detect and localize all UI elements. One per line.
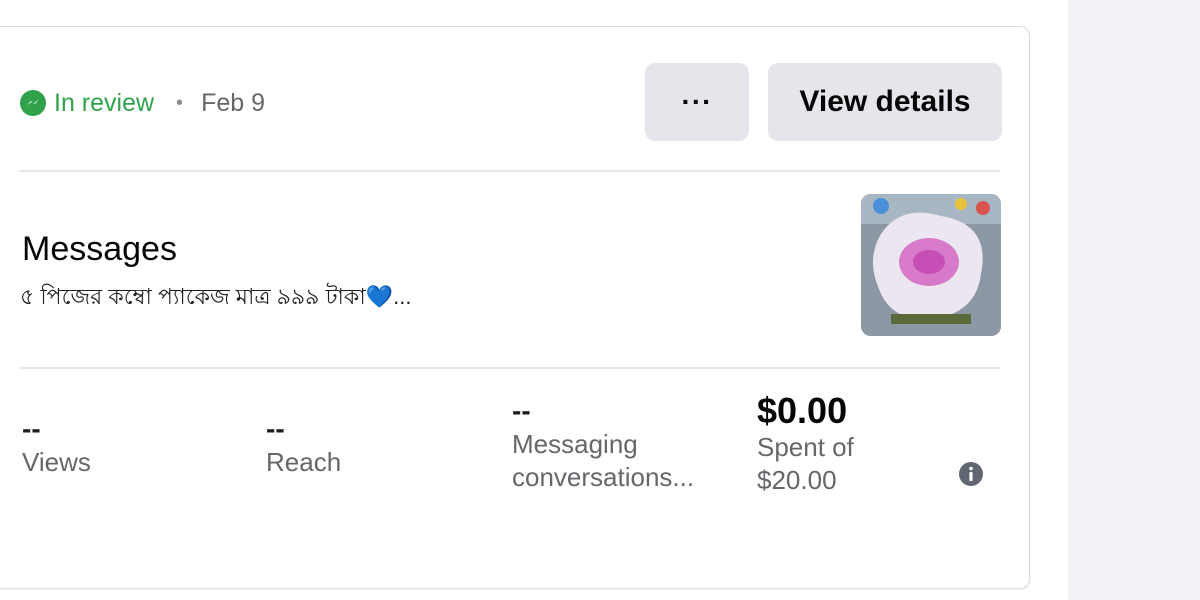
more-options-icon: ···: [681, 86, 713, 117]
metric-reach: -- Reach: [266, 412, 341, 479]
metric-value: --: [266, 413, 285, 444]
ad-text: ৫ পিজের কম্বো প্যাকেজ মাত্র ৯৯৯ টাকা💙...: [20, 284, 412, 309]
view-details-button[interactable]: View details: [768, 63, 1002, 141]
more-options-button[interactable]: ···: [645, 63, 749, 141]
separator-dot: •: [176, 91, 184, 114]
metric-messaging-conversations: -- Messaging conversations...: [512, 394, 727, 494]
metric-amount-spent: $0.00 Spent of $20.00: [757, 391, 854, 497]
info-icon[interactable]: [958, 461, 984, 487]
metric-value: --: [512, 395, 531, 426]
metric-label: Views: [22, 447, 91, 477]
metric-label: Messaging conversations...: [512, 429, 695, 492]
metric-views: -- Views: [22, 412, 91, 479]
metric-value: --: [22, 413, 41, 444]
ad-thumbnail[interactable]: [861, 194, 1001, 336]
metric-label: Reach: [266, 447, 342, 477]
status-row: In review • Feb 9: [20, 86, 265, 120]
metric-value: $0.00: [757, 390, 848, 431]
divider: [20, 170, 1000, 172]
right-panel: [1068, 0, 1200, 600]
metric-label: Spent of: [757, 432, 854, 462]
divider: [20, 367, 1000, 369]
ad-title: Messages: [22, 230, 177, 268]
status-label: In review: [54, 88, 155, 117]
metric-label: $20.00: [757, 465, 837, 495]
status-date: Feb 9: [201, 88, 265, 117]
messenger-icon: [20, 90, 46, 116]
page: In review • Feb 9 ··· View details Messa…: [0, 0, 1200, 600]
